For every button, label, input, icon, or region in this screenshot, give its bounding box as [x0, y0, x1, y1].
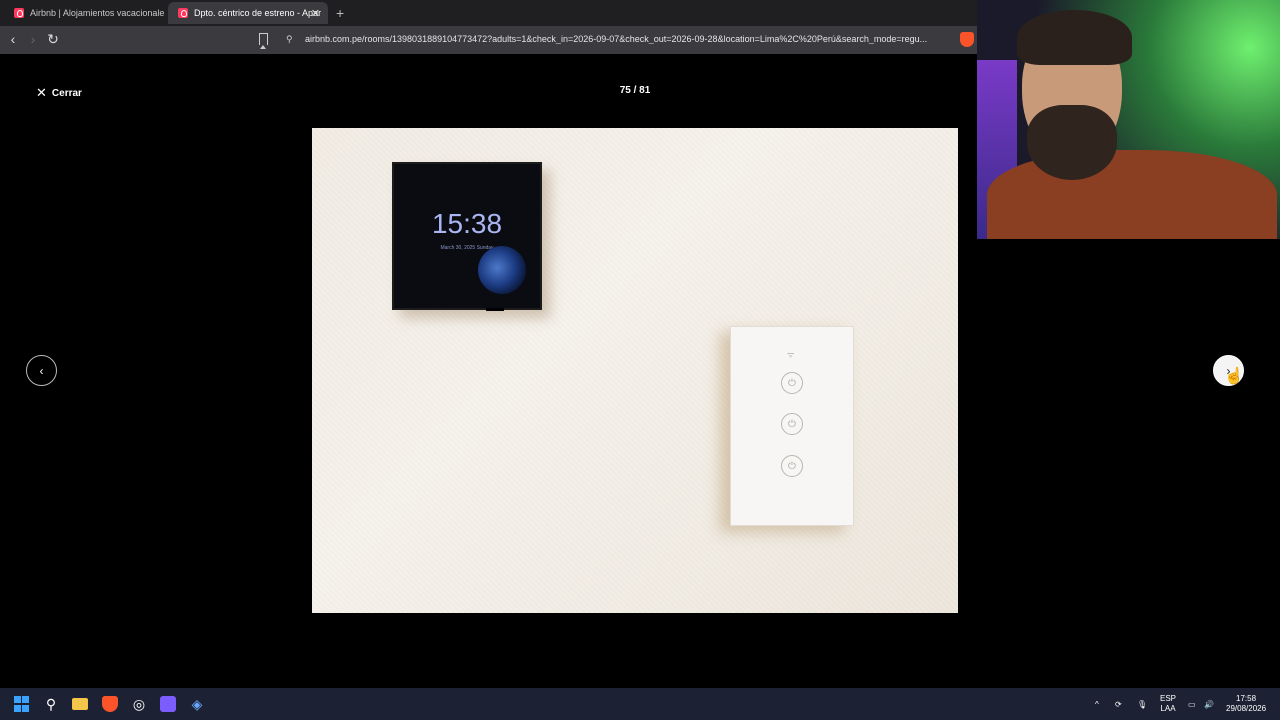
photo-counter: 75 / 81: [619, 85, 651, 96]
close-button[interactable]: ✕ Cerrar: [36, 85, 82, 101]
close-tab-icon[interactable]: ✕: [311, 7, 320, 20]
file-explorer-icon[interactable]: [72, 698, 88, 710]
webcam-overlay: [977, 0, 1280, 239]
url-field[interactable]: airbnb.com.pe/rooms/1398031889104773472?…: [305, 34, 950, 44]
bookmark-icon[interactable]: [259, 33, 268, 49]
microphone-icon[interactable]: 🎙: [1137, 688, 1147, 720]
chevron-left-icon: ‹: [39, 363, 44, 378]
clock-date: 29/08/2026: [1226, 704, 1267, 713]
new-tab-button[interactable]: +: [336, 5, 344, 21]
power-icon: ⏻: [781, 372, 803, 394]
smart-display-panel: 15:38 March 30, 2025 Sunday: [392, 162, 542, 311]
close-icon: ✕: [36, 85, 47, 100]
airbnb-icon: [14, 8, 24, 18]
airbnb-icon: [178, 8, 188, 18]
clock-time: 17:58: [1236, 694, 1257, 703]
brave-shields-icon[interactable]: [960, 32, 974, 47]
previous-photo-button[interactable]: ‹: [26, 355, 57, 386]
clock-time: 15:38: [431, 208, 503, 239]
listing-photo: 15:38 March 30, 2025 Sunday ᯤ ⏻ ⏻ ⏻: [312, 128, 958, 613]
tab-title: Airbnb | Alojamientos vacacionales y: [30, 8, 164, 18]
windows-start-icon[interactable]: [13, 696, 29, 712]
reload-button[interactable]: ↻: [44, 31, 62, 48]
light-switch-panel: ᯤ ⏻ ⏻ ⏻: [730, 326, 854, 526]
back-button[interactable]: ‹: [4, 31, 22, 47]
earth-icon: [478, 246, 526, 294]
keyboard-layout: LAA: [1160, 704, 1176, 713]
clock[interactable]: 17:58 29/08/2026: [1226, 688, 1266, 720]
search-icon[interactable]: ⚲: [43, 696, 59, 712]
language-code: ESP: [1160, 694, 1177, 703]
tab-title: Dpto. céntrico de estreno - Apar: [194, 8, 322, 18]
network-icon[interactable]: ▭: [1188, 688, 1196, 720]
windows-taskbar: ⚲ ◎ ◈ ^ ⟳ 🎙 ESP LAA ▭ 🔊 17:58 29/08/2026: [0, 688, 1280, 720]
dev-app-icon[interactable]: ◈: [189, 696, 205, 712]
wifi-icon: ᯤ: [787, 350, 795, 359]
hand-cursor-icon: ☝: [1224, 368, 1244, 385]
address-bar: ‹ › ↻ ⚲ airbnb.com.pe/rooms/139803188910…: [0, 26, 980, 54]
language-indicator[interactable]: ESP LAA: [1160, 688, 1176, 720]
panel-notch: [486, 308, 504, 311]
volume-icon[interactable]: 🔊: [1204, 688, 1214, 720]
show-hidden-icons-icon[interactable]: ^: [1095, 688, 1099, 720]
close-label: Cerrar: [51, 87, 82, 99]
power-icon: ⏻: [781, 413, 803, 435]
brave-browser-icon[interactable]: [102, 696, 118, 712]
site-info-icon[interactable]: ⚲: [286, 34, 293, 45]
streamer-beard: [1027, 105, 1117, 180]
sync-icon[interactable]: ⟳: [1115, 688, 1122, 720]
tab-listing[interactable]: Dpto. céntrico de estreno - Apar ✕: [168, 2, 328, 24]
streamer-hair: [1017, 10, 1132, 65]
power-icon: ⏻: [781, 455, 803, 477]
tab-airbnb-home[interactable]: Airbnb | Alojamientos vacacionales y: [4, 2, 164, 24]
forward-button[interactable]: ›: [24, 31, 42, 47]
streamer-shirt: [987, 150, 1277, 239]
clock-date: March 30, 2025 Sunday: [440, 245, 494, 251]
obs-icon[interactable]: ◎: [131, 696, 147, 712]
app-grid-icon[interactable]: [160, 696, 176, 712]
